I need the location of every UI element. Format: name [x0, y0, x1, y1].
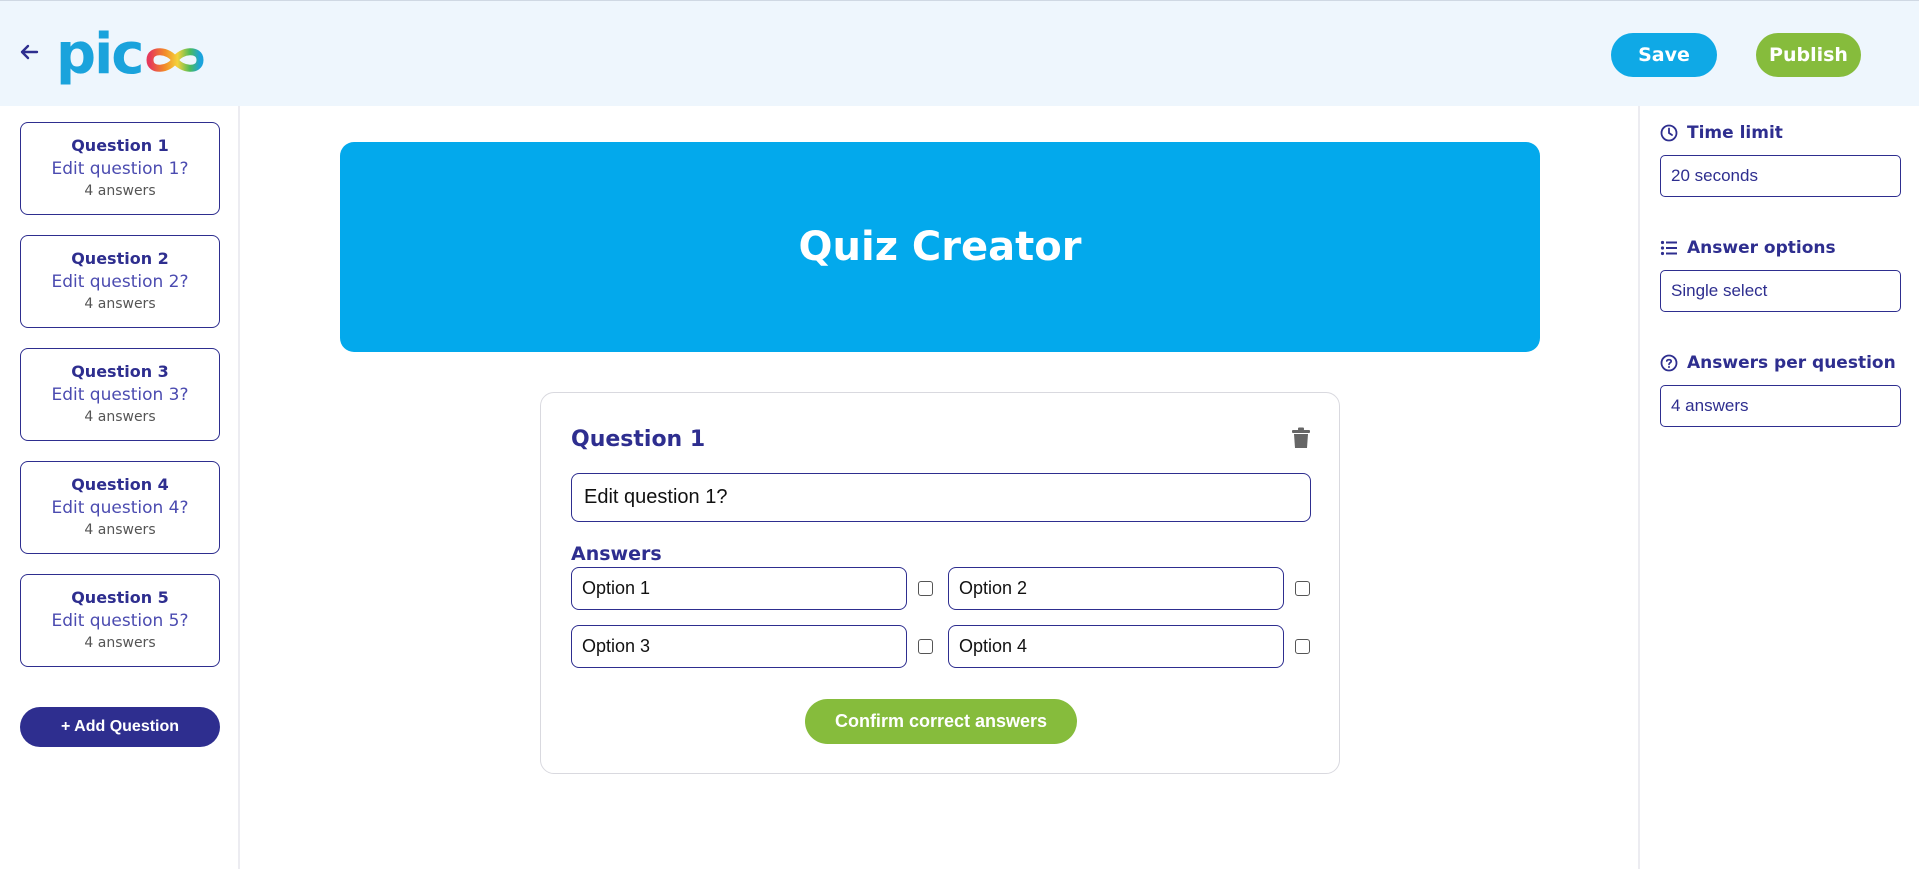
time-limit-select[interactable]: 20 seconds [1660, 155, 1901, 197]
picoo-logo[interactable]: pic [56, 27, 206, 83]
answers-label: Answers [571, 543, 662, 565]
answer-option-input[interactable] [571, 625, 907, 668]
question-card-text: Edit question 2? [51, 272, 189, 292]
back-arrow-icon[interactable] [18, 41, 40, 63]
question-card-title: Question 4 [71, 475, 169, 494]
correct-answer-checkbox[interactable] [1295, 581, 1310, 596]
question-card-text: Edit question 1? [51, 159, 189, 179]
answers-per-question-select[interactable]: 4 answers [1660, 385, 1901, 427]
list-icon [1660, 240, 1677, 256]
question-card-title: Question 2 [71, 249, 169, 268]
confirm-answers-button[interactable]: Confirm correct answers [805, 699, 1077, 744]
question-card-count: 4 answers [84, 296, 156, 312]
question-card-title: Question 5 [71, 588, 169, 607]
question-text-input[interactable] [571, 473, 1311, 522]
question-card-text: Edit question 5? [51, 611, 189, 631]
question-card[interactable]: Question 4 Edit question 4? 4 answers [20, 461, 220, 554]
question-card-text: Edit question 3? [51, 385, 189, 405]
question-circle-icon [1660, 354, 1678, 372]
question-card[interactable]: Question 5 Edit question 5? 4 answers [20, 574, 220, 667]
time-limit-heading: Time limit [1660, 123, 1783, 143]
logo-text: pic [56, 22, 144, 87]
question-card[interactable]: Question 3 Edit question 3? 4 answers [20, 348, 220, 441]
question-card[interactable]: Question 1 Edit question 1? 4 answers [20, 122, 220, 215]
time-limit-label: Time limit [1687, 123, 1783, 143]
correct-answer-checkbox[interactable] [1295, 639, 1310, 654]
answer-options-heading: Answer options [1660, 238, 1836, 258]
question-card-count: 4 answers [84, 183, 156, 199]
answer-option-input[interactable] [948, 567, 1284, 610]
save-button[interactable]: Save [1611, 33, 1717, 77]
question-card[interactable]: Question 2 Edit question 2? 4 answers [20, 235, 220, 328]
question-card-title: Question 3 [71, 362, 169, 381]
answer-option-input[interactable] [948, 625, 1284, 668]
trash-icon[interactable] [1291, 427, 1311, 449]
quiz-banner: Quiz Creator [340, 142, 1540, 352]
clock-icon [1660, 124, 1678, 142]
question-card-text: Edit question 4? [51, 498, 189, 518]
editor-question-title: Question 1 [571, 427, 706, 452]
answers-per-question-heading: Answers per question [1660, 353, 1896, 373]
page-title: Quiz Creator [798, 224, 1082, 270]
infinity-logo-icon [146, 48, 204, 72]
question-sidebar: Question 1 Edit question 1? 4 answers Qu… [0, 106, 240, 869]
question-card-count: 4 answers [84, 522, 156, 538]
correct-answer-checkbox[interactable] [918, 639, 933, 654]
question-card-count: 4 answers [84, 635, 156, 651]
question-card-count: 4 answers [84, 409, 156, 425]
top-bar: pic Save Publish [0, 0, 1919, 106]
answers-per-question-label: Answers per question [1687, 353, 1896, 373]
question-card-title: Question 1 [71, 136, 169, 155]
question-editor: Question 1 Answers Confirm correct answe… [540, 392, 1340, 774]
settings-panel: Time limit 20 seconds Answer options Sin… [1638, 106, 1919, 869]
publish-button[interactable]: Publish [1756, 33, 1861, 77]
answer-options-select[interactable]: Single select [1660, 270, 1901, 312]
answer-option-input[interactable] [571, 567, 907, 610]
add-question-button[interactable]: + Add Question [20, 707, 220, 747]
correct-answer-checkbox[interactable] [918, 581, 933, 596]
answer-options-label: Answer options [1687, 238, 1836, 258]
